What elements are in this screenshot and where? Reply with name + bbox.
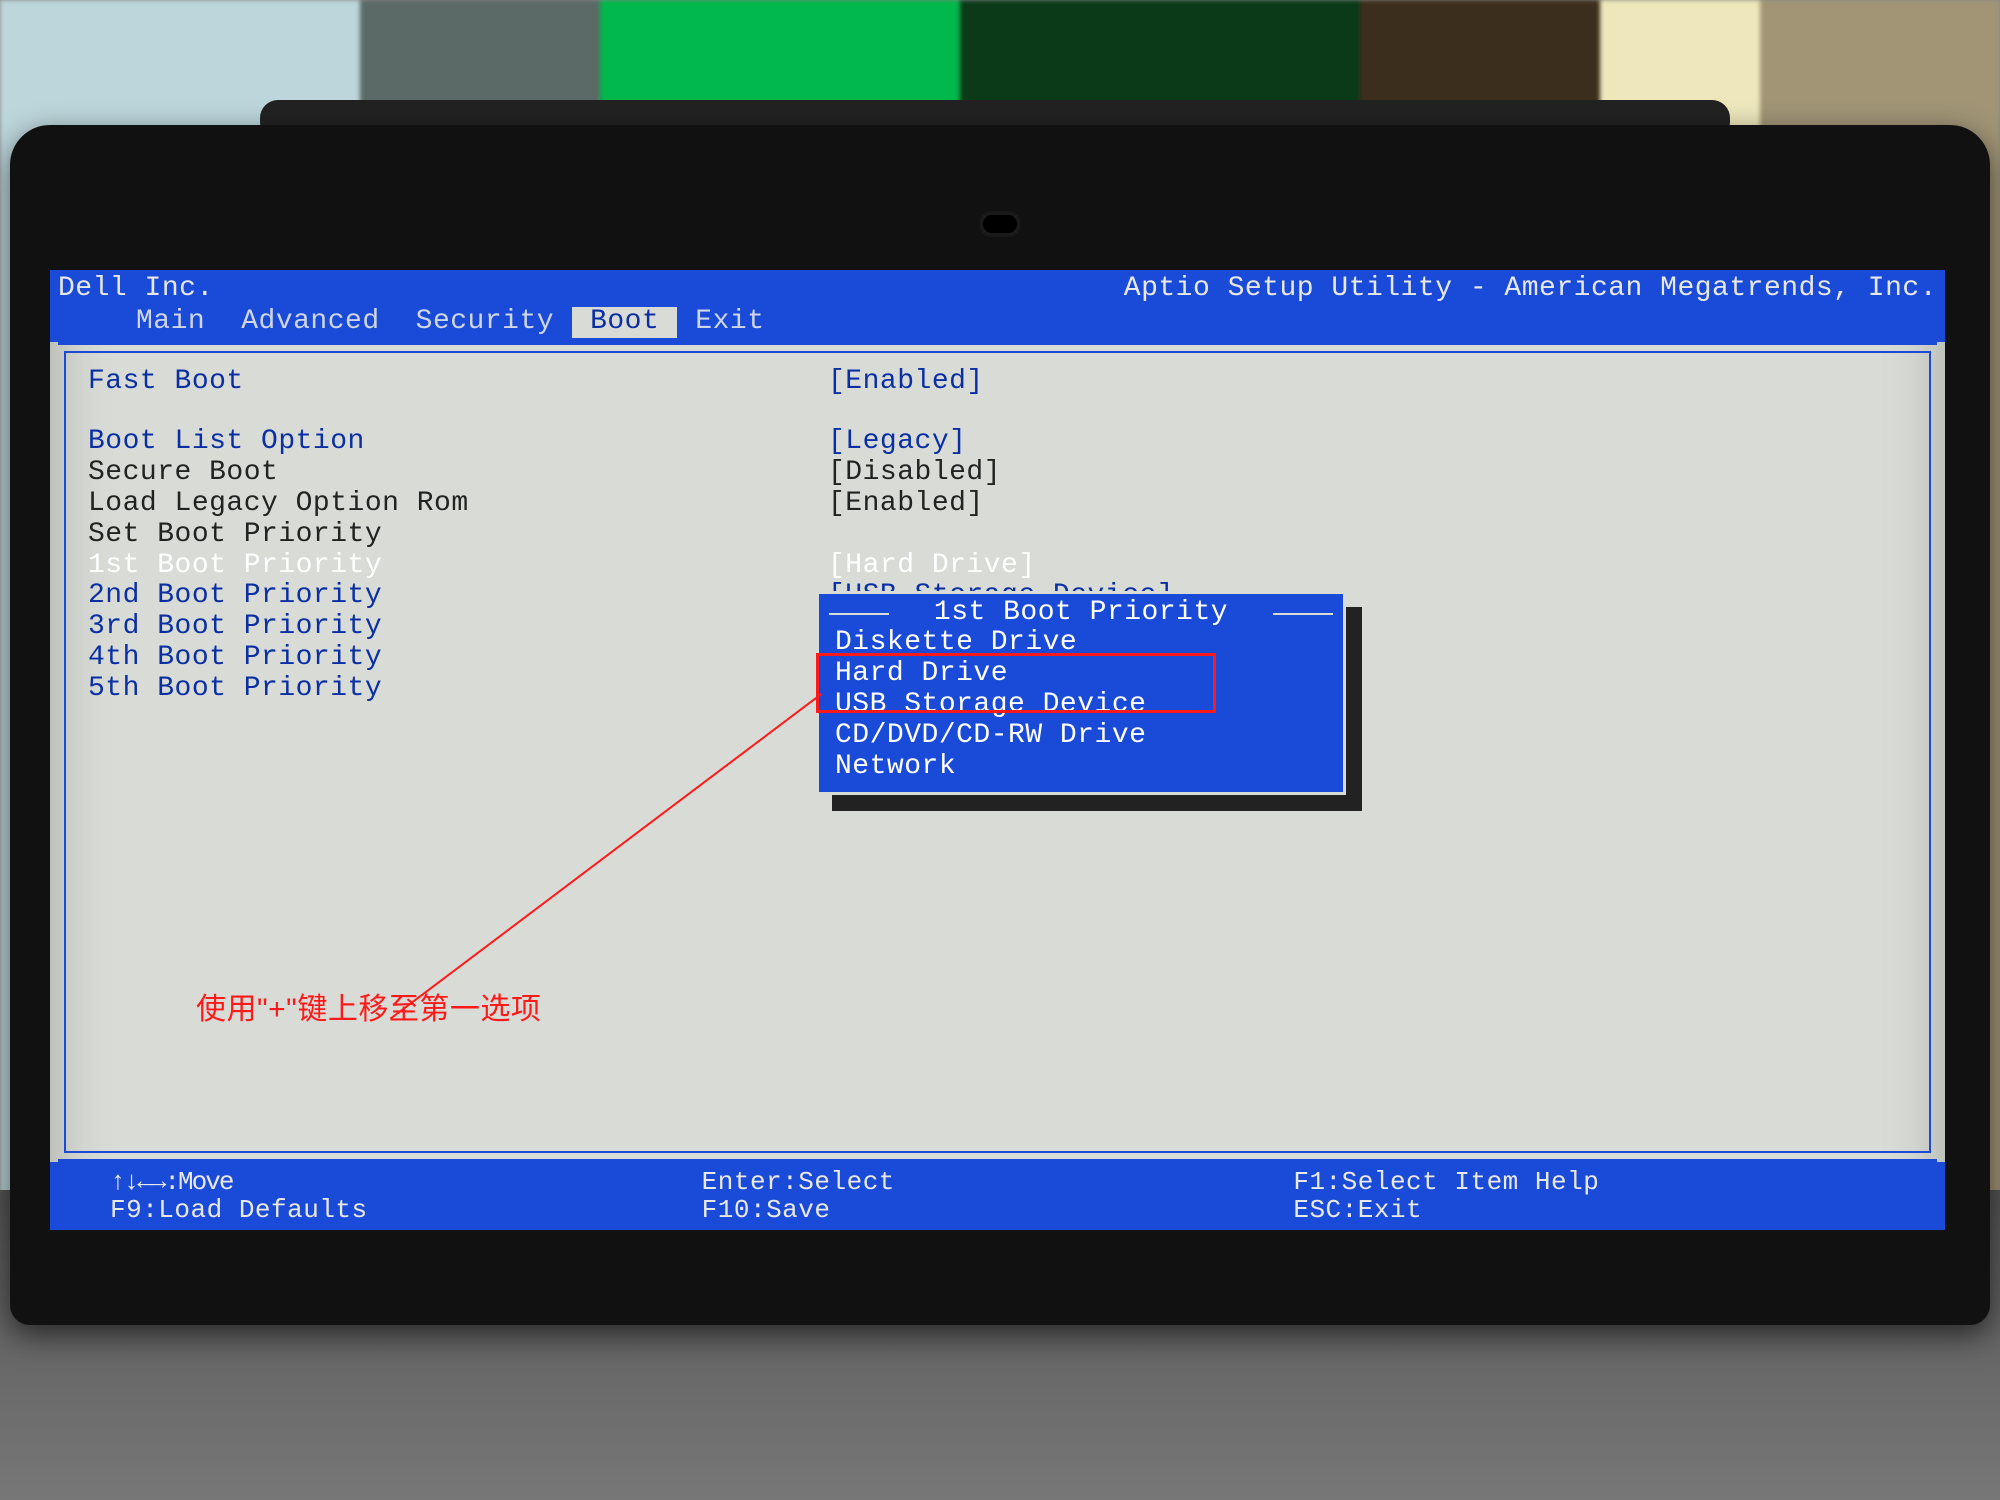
bios-footer: ↑↓←→:Move Enter:Select F1:Select Item He… — [50, 1162, 1945, 1230]
setting-label: Boot List Option — [88, 427, 828, 458]
help-f10: F10:Save — [702, 1196, 1294, 1225]
bios-screen: Dell Inc. Aptio Setup Utility - American… — [50, 270, 1945, 1230]
popup-item-usb[interactable]: USB Storage Device — [819, 690, 1343, 721]
tab-boot[interactable]: Boot — [572, 307, 677, 338]
bios-panel-inner: Fast Boot [Enabled] Boot List Option [Le… — [64, 351, 1931, 1153]
setting-value: [Disabled] — [828, 458, 1001, 489]
tab-exit[interactable]: Exit — [677, 307, 782, 338]
popup-item-network[interactable]: Network — [819, 752, 1343, 783]
setting-secure-boot[interactable]: Secure Boot [Disabled] — [88, 458, 1907, 489]
setting-value: [Hard Drive] — [828, 551, 1036, 582]
tab-advanced[interactable]: Advanced — [223, 307, 397, 338]
bios-tabs: Main Advanced Security Boot Exit — [58, 305, 1937, 342]
spacer — [88, 397, 1907, 427]
setting-value: [Legacy] — [828, 427, 966, 458]
tab-security[interactable]: Security — [398, 307, 572, 338]
setting-load-legacy-option-rom[interactable]: Load Legacy Option Rom [Enabled] — [88, 489, 1907, 520]
popup-item-hard-drive[interactable]: Hard Drive — [819, 659, 1343, 690]
setting-boot-list-option[interactable]: Boot List Option [Legacy] — [88, 427, 1907, 458]
laptop-camera — [983, 215, 1017, 233]
help-move: ↑↓←→:Move — [110, 1168, 702, 1197]
setting-1st-boot-priority[interactable]: 1st Boot Priority [Hard Drive] — [88, 551, 1907, 582]
help-f1: F1:Select Item Help — [1293, 1168, 1885, 1197]
boot-priority-popup: 1st Boot Priority Diskette Drive Hard Dr… — [816, 591, 1346, 796]
popup-item-cddvd[interactable]: CD/DVD/CD-RW Drive — [819, 721, 1343, 752]
setting-value: [Enabled] — [828, 489, 984, 520]
setting-label: 5th Boot Priority — [88, 674, 828, 705]
utility-title: Aptio Setup Utility - American Megatrend… — [1124, 274, 1937, 305]
setting-label: Secure Boot — [88, 458, 828, 489]
annotation-text: 使用"+"键上移至第一选项 — [196, 993, 541, 1026]
setting-label: 4th Boot Priority — [88, 643, 828, 674]
bios-panel: Fast Boot [Enabled] Boot List Option [Le… — [58, 342, 1937, 1162]
setting-label: Load Legacy Option Rom — [88, 489, 828, 520]
setting-label: 2nd Boot Priority — [88, 581, 828, 612]
setting-set-boot-priority: Set Boot Priority — [88, 520, 1907, 551]
setting-label: 1st Boot Priority — [88, 551, 828, 582]
setting-value: [Enabled] — [828, 367, 984, 398]
setting-fast-boot[interactable]: Fast Boot [Enabled] — [88, 367, 1907, 398]
setting-label: Set Boot Priority — [88, 520, 828, 551]
annotation-arrow-line — [390, 693, 822, 1020]
setting-label: 3rd Boot Priority — [88, 612, 828, 643]
tab-main[interactable]: Main — [118, 307, 223, 338]
help-f9: F9:Load Defaults — [110, 1196, 702, 1225]
help-esc: ESC:Exit — [1293, 1196, 1885, 1225]
help-enter: Enter:Select — [702, 1168, 1294, 1197]
popup-title: 1st Boot Priority — [819, 598, 1343, 629]
popup-item-diskette[interactable]: Diskette Drive — [819, 628, 1343, 659]
bios-header: Dell Inc. Aptio Setup Utility - American… — [50, 270, 1945, 342]
setting-label: Fast Boot — [88, 367, 828, 398]
vendor-label: Dell Inc. — [58, 274, 214, 305]
